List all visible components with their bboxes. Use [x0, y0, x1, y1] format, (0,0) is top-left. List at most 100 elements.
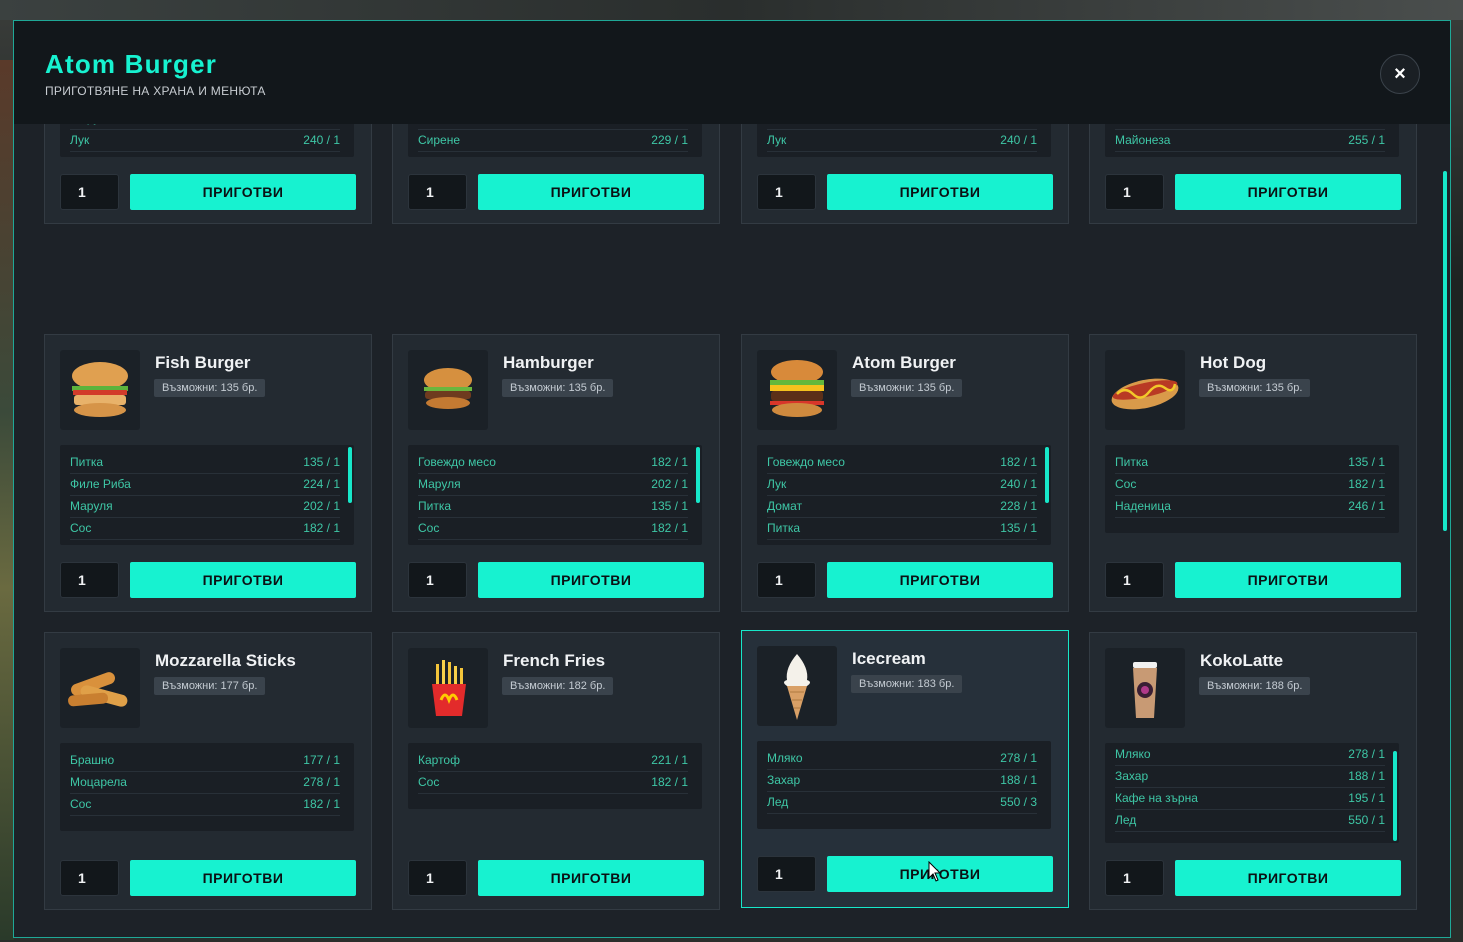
recipe-name: Hamburger — [503, 353, 594, 372]
mouse-cursor-icon — [928, 861, 942, 882]
quantity-input[interactable]: 1 — [1105, 860, 1164, 896]
ingredient-name: Питка — [70, 455, 104, 469]
ingredient-row: Сирене 229 / 1 — [418, 129, 688, 152]
ingredient-row: Сос 182 / 1 — [70, 517, 340, 540]
available-badge: Възможни: 135 бр. — [154, 379, 266, 397]
ingredient-row: Наденица 246 / 1 — [1115, 495, 1385, 518]
ingredient-name: Сос — [418, 521, 440, 535]
scrollbar[interactable] — [1443, 171, 1447, 531]
ingredient-name: Сос — [1115, 477, 1137, 491]
cook-button[interactable]: ПРИГОТВИ — [1175, 174, 1401, 210]
cook-button[interactable]: ПРИГОТВИ — [130, 860, 356, 896]
ingredient-stock: 550 / 1 — [1348, 813, 1385, 827]
quantity-input[interactable]: 1 — [757, 174, 816, 210]
mozzarella-sticks-icon — [60, 648, 140, 728]
ingredient-stock: 255 / 1 — [1348, 133, 1385, 147]
ingredients-scrollbar[interactable] — [1045, 447, 1049, 503]
ingredient-stock: 229 / 1 — [651, 133, 688, 147]
quantity-input[interactable]: 1 — [60, 860, 119, 896]
ingredient-row: Говеждо месо 182 / 1 — [767, 451, 1037, 474]
ingredient-name: Брашно — [70, 753, 115, 767]
ingredients-scrollbar[interactable] — [348, 447, 352, 503]
latte-icon — [1105, 648, 1185, 728]
recipe-card: KokoLatte Възможни: 188 бр. Мляко 278 / 1… — [1089, 632, 1417, 910]
ingredient-row: Моцарела 278 / 1 — [70, 771, 340, 794]
recipe-name: Hot Dog — [1200, 353, 1267, 372]
ingredient-name: Моцарела — [70, 775, 127, 789]
quantity-input[interactable]: 1 — [408, 562, 467, 598]
ingredient-row: Сос 182 / 1 — [418, 771, 688, 794]
cook-button[interactable]: ПРИГОТВИ — [478, 860, 704, 896]
cook-button[interactable]: ПРИГОТВИ — [478, 174, 704, 210]
ingredient-row: Сос 182 / 1 — [70, 793, 340, 816]
ingredient-row: Филе Риба 224 / 1 — [70, 473, 340, 496]
ingredient-stock: 228 / 1 — [1000, 499, 1037, 513]
ingredient-stock: 182 / 1 — [1000, 455, 1037, 469]
cook-button[interactable]: ПРИГОТВИ — [827, 562, 1053, 598]
quantity-input[interactable]: 1 — [60, 174, 119, 210]
modal-title: Atom Burger — [45, 49, 218, 79]
ingredient-name: Сос — [70, 797, 92, 811]
recipe-card: Fish Burger Възможни: 135 бр. Питка 135 /… — [44, 334, 372, 612]
cook-button[interactable]: ПРИГОТВИ — [130, 562, 356, 598]
recipe-grid: Говеждо месо 182 / 2 Свинско месо 351 / … — [44, 21, 1418, 937]
ingredient-name: Лук — [767, 133, 787, 147]
ingredient-name: Наденица — [1115, 499, 1171, 513]
ingredient-row: Маруля 202 / 1 — [70, 495, 340, 518]
ingredients-scrollbar[interactable] — [696, 447, 700, 503]
recipe-name: KokoLatte — [1200, 651, 1284, 670]
recipe-card: Icecream Възможни: 183 бр. Мляко 278 / 1 … — [741, 630, 1069, 908]
quantity-input[interactable]: 1 — [1105, 174, 1164, 210]
ingredient-stock: 182 / 1 — [303, 521, 340, 535]
ingredients-list: Говеждо месо 182 / 1 Лук 240 / 1 Домат 2… — [757, 445, 1051, 545]
game-background-left — [0, 60, 14, 940]
ingredient-name: Кафе на зърна — [1115, 791, 1198, 805]
fish-burger-icon — [60, 350, 140, 430]
available-badge: Възможни: 188 бр. — [1199, 677, 1311, 695]
ingredient-stock: 550 / 3 — [1000, 795, 1037, 809]
cook-button[interactable]: ПРИГОТВИ — [1175, 562, 1401, 598]
recipe-name: Mozzarella Sticks — [155, 651, 296, 670]
ingredient-stock: 182 / 1 — [651, 775, 688, 789]
atom-burger-icon — [757, 350, 837, 430]
quantity-input[interactable]: 1 — [757, 856, 816, 892]
quantity-input[interactable]: 1 — [60, 562, 119, 598]
cook-button[interactable]: ПРИГОТВИ — [130, 174, 356, 210]
ingredient-row: Лук 240 / 1 — [767, 473, 1037, 496]
ingredient-stock: 195 / 1 — [1348, 791, 1385, 805]
ingredients-list: Мляко 278 / 1 Захар 188 / 1 Кафе на зърн… — [1105, 743, 1399, 843]
ingredient-row: Лук 240 / 1 — [70, 129, 340, 152]
cook-button[interactable]: ПРИГОТВИ — [1175, 860, 1401, 896]
ingredient-row: Маруля 202 / 1 — [418, 473, 688, 496]
ingredients-scrollbar[interactable] — [1393, 751, 1397, 841]
ingredient-row: Питка 135 / 1 — [767, 517, 1037, 540]
quantity-input[interactable]: 1 — [408, 860, 467, 896]
ingredient-stock: 202 / 1 — [303, 499, 340, 513]
cook-button[interactable]: ПРИГОТВИ — [478, 562, 704, 598]
recipe-name: French Fries — [503, 651, 606, 670]
ingredient-stock: 278 / 1 — [1000, 751, 1037, 765]
ingredient-row: Брашно 177 / 1 — [70, 749, 340, 772]
available-badge: Възможни: 135 бр. — [851, 379, 963, 397]
ingredient-name: Сос — [70, 521, 92, 535]
ingredients-list: Картоф 221 / 1 Сос 182 / 1 — [408, 743, 702, 809]
ingredient-name: Лед — [1115, 813, 1137, 827]
ingredients-list: Говеждо месо 182 / 1 Маруля 202 / 1 Питк… — [408, 445, 702, 545]
quantity-input[interactable]: 1 — [1105, 562, 1164, 598]
ingredient-name: Маруля — [418, 477, 461, 491]
ingredients-list: Питка 135 / 1 Филе Риба 224 / 1 Маруля 2… — [60, 445, 354, 545]
quantity-input[interactable]: 1 — [408, 174, 467, 210]
ingredient-name: Захар — [767, 773, 801, 787]
ingredient-stock: 135 / 1 — [1348, 455, 1385, 469]
available-badge: Възможни: 135 бр. — [1199, 379, 1311, 397]
ingredient-stock: 278 / 1 — [303, 775, 340, 789]
quantity-input[interactable]: 1 — [757, 562, 816, 598]
close-button[interactable]: × — [1380, 54, 1420, 94]
ingredient-row: Лук 240 / 1 — [767, 129, 1037, 152]
cook-button[interactable]: ПРИГОТВИ — [827, 174, 1053, 210]
ingredient-stock: 182 / 1 — [651, 521, 688, 535]
ingredient-stock: 240 / 1 — [303, 133, 340, 147]
ingredient-row: Майонеза 255 / 1 — [1115, 129, 1385, 152]
modal-header: Atom Burger ПРИГОТВЯНЕ НА ХРАНА И МЕНЮТА… — [14, 21, 1450, 124]
ingredient-stock: 182 / 1 — [651, 455, 688, 469]
